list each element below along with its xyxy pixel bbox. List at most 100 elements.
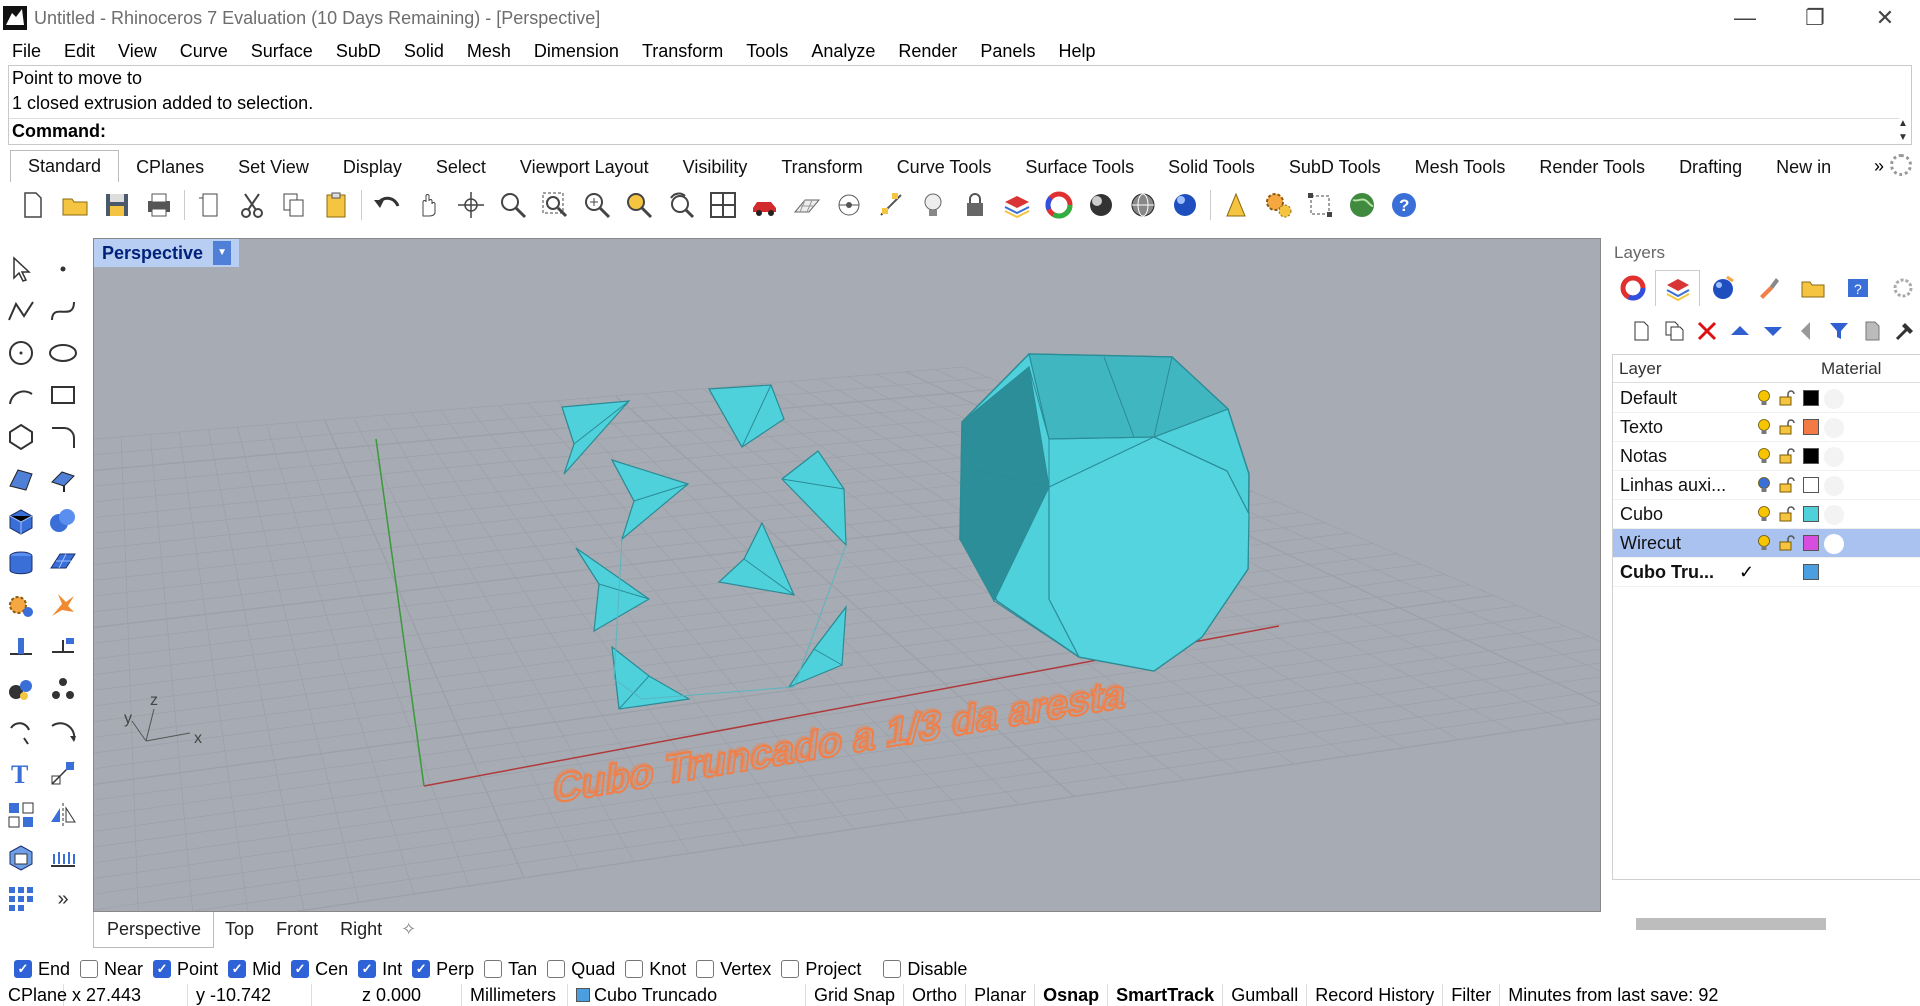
tab-transform[interactable]: Transform — [764, 152, 879, 182]
vtab-top[interactable]: Top — [214, 912, 265, 947]
new-file-icon[interactable] — [12, 185, 54, 225]
unlock-icon[interactable] — [1779, 506, 1795, 522]
layer-color-swatch[interactable] — [1803, 448, 1819, 464]
menu-curve[interactable]: Curve — [168, 41, 239, 62]
viewport-title[interactable]: Perspective ▼ — [94, 239, 240, 267]
polygon-icon[interactable] — [2, 418, 40, 456]
render-sphere-icon[interactable] — [1164, 185, 1206, 225]
unlock-icon[interactable] — [1779, 390, 1795, 406]
expand-toolbar-icon[interactable]: » — [44, 880, 82, 918]
lightbulb-visibility-icon[interactable] — [1757, 534, 1771, 552]
trim-icon[interactable] — [44, 628, 82, 666]
layer-color-swatch[interactable] — [1803, 535, 1819, 551]
menu-view[interactable]: View — [106, 41, 168, 62]
layer-page-icon[interactable] — [1855, 316, 1888, 346]
cplane-grid-icon[interactable] — [786, 185, 828, 225]
column-material[interactable]: Material — [1821, 359, 1881, 379]
tab-mesh-tools[interactable]: Mesh Tools — [1398, 152, 1523, 182]
globe-icon[interactable] — [1341, 185, 1383, 225]
checkbox-icon[interactable]: ✓ — [153, 960, 172, 978]
tab-set-view[interactable]: Set View — [221, 152, 326, 182]
curve-icon[interactable] — [44, 292, 82, 330]
point-icon[interactable] — [44, 250, 82, 288]
layer-name[interactable]: Default — [1620, 384, 1677, 413]
tab-drafting[interactable]: Drafting — [1662, 152, 1759, 182]
status-toggle-smarttrack[interactable]: SmartTrack — [1108, 984, 1224, 1006]
osnap-quad[interactable]: Quad — [547, 959, 615, 980]
osnap-perp[interactable]: ✓ Perp — [412, 959, 474, 980]
layer-row[interactable]: Linhas auxi... — [1613, 471, 1920, 500]
column-layer[interactable]: Layer — [1619, 359, 1662, 379]
solid-union-icon[interactable] — [44, 502, 82, 540]
menu-solid[interactable]: Solid — [392, 41, 455, 62]
tab-render-tools[interactable]: Render Tools — [1522, 152, 1662, 182]
move-up-icon[interactable] — [1723, 316, 1756, 346]
layer-material-swatch[interactable] — [1824, 505, 1844, 525]
cylinder-icon[interactable] — [2, 544, 40, 582]
scale-arc-icon[interactable] — [44, 712, 82, 750]
help-tab-icon[interactable]: ? — [1835, 270, 1880, 306]
scroll-up-icon[interactable]: ▲ — [1898, 118, 1908, 129]
color-wheel-tab-icon[interactable] — [1610, 270, 1655, 306]
paste-icon[interactable] — [315, 185, 357, 225]
menu-render[interactable]: Render — [886, 41, 968, 62]
checkbox-icon[interactable]: ✓ — [228, 960, 247, 978]
tab-display[interactable]: Display — [326, 152, 419, 182]
status-toggle-ortho[interactable]: Ortho — [904, 984, 967, 1006]
tab-curve-tools[interactable]: Curve Tools — [880, 152, 1009, 182]
zoom-extents-icon[interactable] — [576, 185, 618, 225]
checkbox-icon[interactable] — [625, 960, 644, 978]
surface-corner-icon[interactable] — [2, 460, 40, 498]
layers-tab-icon[interactable] — [1655, 270, 1700, 306]
lock-icon[interactable] — [954, 185, 996, 225]
checkbox-icon[interactable]: ✓ — [291, 960, 310, 978]
viewport-canvas[interactable]: Cubo Truncado a 1/3 da arestaCubo Trunca… — [94, 239, 1601, 912]
scroll-down-icon[interactable]: ▼ — [1898, 132, 1908, 143]
ungroup-icon[interactable] — [44, 670, 82, 708]
select-arrow-icon[interactable] — [2, 250, 40, 288]
new-layer-icon[interactable] — [1624, 316, 1657, 346]
folder-tab-icon[interactable] — [1790, 270, 1835, 306]
osnap-mid[interactable]: ✓ Mid — [228, 959, 281, 980]
menu-analyze[interactable]: Analyze — [799, 41, 886, 62]
layer-name[interactable]: Cubo Tru... — [1620, 558, 1714, 587]
layer-color-swatch[interactable] — [1803, 477, 1819, 493]
menu-help[interactable]: Help — [1046, 41, 1106, 62]
restore-button[interactable]: ❐ — [1780, 0, 1850, 36]
layer-material-swatch[interactable] — [1824, 418, 1844, 438]
delete-layer-icon[interactable] — [1690, 316, 1723, 346]
layer-material-swatch[interactable] — [1824, 476, 1844, 496]
shaded-sphere-icon[interactable] — [1080, 185, 1122, 225]
checkbox-icon[interactable]: ✓ — [14, 960, 32, 978]
command-scrollbar[interactable]: ▲ ▼ — [1895, 116, 1911, 144]
close-button[interactable]: ✕ — [1850, 0, 1920, 36]
osnap-project[interactable]: Project — [781, 959, 861, 980]
status-units[interactable]: Millimeters — [462, 984, 568, 1006]
block-icon[interactable] — [2, 838, 40, 876]
vtab-front[interactable]: Front — [265, 912, 329, 947]
gear-icon[interactable] — [1890, 154, 1912, 176]
layer-material-swatch[interactable] — [1824, 447, 1844, 467]
render-tab-icon[interactable] — [1700, 270, 1745, 306]
dimension-icon[interactable] — [44, 754, 82, 792]
brush-tab-icon[interactable] — [1745, 270, 1790, 306]
layer-row[interactable]: Default — [1613, 384, 1920, 413]
group-icon[interactable] — [2, 670, 40, 708]
osnap-disable[interactable]: Disable — [883, 959, 967, 980]
page-setup-icon[interactable] — [189, 185, 231, 225]
new-sublayer-icon[interactable] — [1657, 316, 1690, 346]
filter-icon[interactable] — [1822, 316, 1855, 346]
status-current-layer[interactable]: Cubo Truncado — [568, 984, 806, 1006]
osnap-vertex[interactable]: Vertex — [696, 959, 771, 980]
unlock-icon[interactable] — [1779, 448, 1795, 464]
osnap-point[interactable]: ✓ Point — [153, 959, 218, 980]
status-toggle-osnap[interactable]: Osnap — [1035, 984, 1109, 1006]
vtab-perspective[interactable]: Perspective — [93, 911, 215, 948]
layer-color-swatch[interactable] — [1803, 506, 1819, 522]
layer-name[interactable]: Cubo — [1620, 500, 1663, 529]
tab-select[interactable]: Select — [419, 152, 503, 182]
tab-subd-tools[interactable]: SubD Tools — [1272, 152, 1398, 182]
panel-settings-gear-icon[interactable] — [1880, 270, 1920, 306]
help-icon[interactable]: ? — [1383, 185, 1425, 225]
pan-hand-icon[interactable] — [408, 185, 450, 225]
